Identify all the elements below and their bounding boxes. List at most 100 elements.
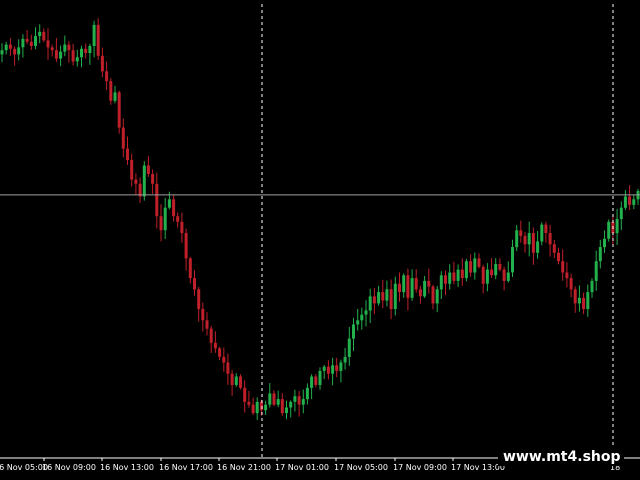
bull-candle-body — [163, 207, 167, 231]
bull-candle-body — [377, 292, 381, 304]
bull-candle-body — [352, 324, 355, 339]
bull-candle-body — [59, 51, 63, 59]
bear-candle-body — [8, 44, 12, 49]
bear-candle-body — [469, 261, 473, 273]
bear-candle-body — [176, 216, 180, 222]
bear-candle-body — [205, 320, 209, 329]
bull-candle-body — [347, 338, 351, 357]
bear-candle-body — [126, 148, 129, 160]
bear-candle-body — [460, 269, 464, 278]
bull-candle-body — [619, 207, 623, 219]
bear-candle-body — [25, 38, 29, 42]
bull-candle-body — [276, 399, 280, 405]
bull-candle-body — [343, 356, 347, 363]
bull-candle-body — [293, 396, 297, 402]
bull-candle-body — [322, 366, 326, 371]
x-tick-label: 16 Nov 17:00 — [159, 463, 213, 472]
bear-candle-body — [582, 297, 586, 310]
bull-candle-body — [439, 275, 443, 290]
bull-candle-body — [289, 401, 293, 408]
bull-candle-body — [113, 92, 117, 101]
bear-candle-body — [552, 244, 556, 253]
bear-candle-body — [84, 48, 88, 53]
bear-candle-body — [117, 92, 121, 128]
bull-candle-body — [586, 292, 590, 309]
bear-candle-body — [477, 258, 481, 267]
bear-candle-body — [105, 71, 109, 82]
bull-candle-body — [423, 280, 427, 297]
bear-candle-body — [188, 258, 192, 279]
bull-candle-body — [88, 46, 92, 53]
bear-candle-body — [180, 221, 184, 234]
bull-candle-body — [305, 387, 309, 400]
bear-candle-body — [50, 47, 54, 51]
bear-candle-body — [414, 278, 418, 290]
bear-candle-body — [569, 278, 573, 290]
bear-candle-body — [326, 366, 330, 374]
bull-candle-body — [167, 199, 171, 208]
bull-candle-body — [310, 376, 314, 388]
bear-candle-body — [134, 179, 138, 184]
bear-candle-body — [272, 393, 276, 405]
bear-candle-body — [193, 278, 196, 290]
watermark-text: www.mt4.shop — [503, 449, 621, 465]
bear-candle-body — [406, 275, 410, 298]
bear-candle-body — [548, 233, 552, 245]
bear-candle-body — [218, 348, 222, 357]
bull-candle-body — [92, 24, 96, 46]
bull-candle-body — [448, 272, 452, 284]
bear-candle-body — [519, 230, 523, 236]
x-tick-label: 16 Nov 21:00 — [217, 463, 271, 472]
bull-candle-body — [506, 272, 510, 281]
bull-candle-body — [264, 404, 268, 411]
bear-candle-body — [13, 48, 17, 55]
bull-candle-body — [410, 278, 414, 298]
bull-candle-body — [4, 44, 8, 51]
bull-candle-body — [623, 196, 627, 208]
bear-candle-body — [557, 252, 560, 262]
bear-candle-body — [109, 81, 113, 101]
bear-candle-body — [314, 376, 318, 385]
bear-candle-body — [209, 328, 213, 343]
bear-candle-body — [226, 362, 230, 374]
bull-candle-body — [598, 247, 602, 262]
bull-candle-body — [331, 365, 335, 374]
bull-candle-body — [515, 230, 519, 248]
bear-candle-body — [389, 289, 393, 309]
bear-candle-body — [481, 266, 485, 284]
bull-candle-body — [80, 48, 83, 58]
bull-candle-body — [255, 401, 259, 414]
bull-candle-body — [360, 314, 364, 321]
bull-candle-body — [527, 233, 531, 245]
bull-candle-body — [318, 370, 322, 385]
bear-candle-body — [628, 196, 632, 205]
bull-candle-body — [385, 289, 389, 301]
bull-candle-body — [511, 247, 514, 273]
x-tick-label: 17 Nov 05:00 — [334, 463, 388, 472]
bull-candle-body — [268, 393, 272, 405]
bear-candle-body — [280, 399, 284, 414]
bear-candle-body — [452, 272, 456, 281]
bear-candle-body — [155, 183, 159, 217]
bear-candle-body — [67, 44, 71, 51]
bear-candle-body — [498, 264, 502, 270]
bull-candle-body — [494, 264, 498, 276]
bear-candle-body — [197, 289, 201, 309]
bull-candle-body — [0, 50, 4, 55]
bull-candle-body — [590, 280, 594, 293]
bear-candle-body — [239, 376, 242, 388]
bear-candle-body — [121, 127, 125, 149]
x-tick-label: 16 Nov 13:00 — [100, 463, 154, 472]
bull-candle-body — [594, 261, 598, 281]
bull-candle-body — [577, 297, 581, 304]
bull-candle-body — [142, 165, 146, 197]
bear-candle-body — [130, 159, 134, 180]
bull-candle-body — [17, 47, 21, 55]
bull-candle-body — [356, 320, 360, 325]
bear-candle-body — [29, 41, 33, 46]
bear-candle-body — [46, 40, 50, 48]
bear-candle-body — [172, 199, 176, 217]
bear-candle-body — [523, 235, 527, 245]
bull-candle-body — [75, 57, 79, 62]
bear-candle-body — [381, 292, 385, 301]
